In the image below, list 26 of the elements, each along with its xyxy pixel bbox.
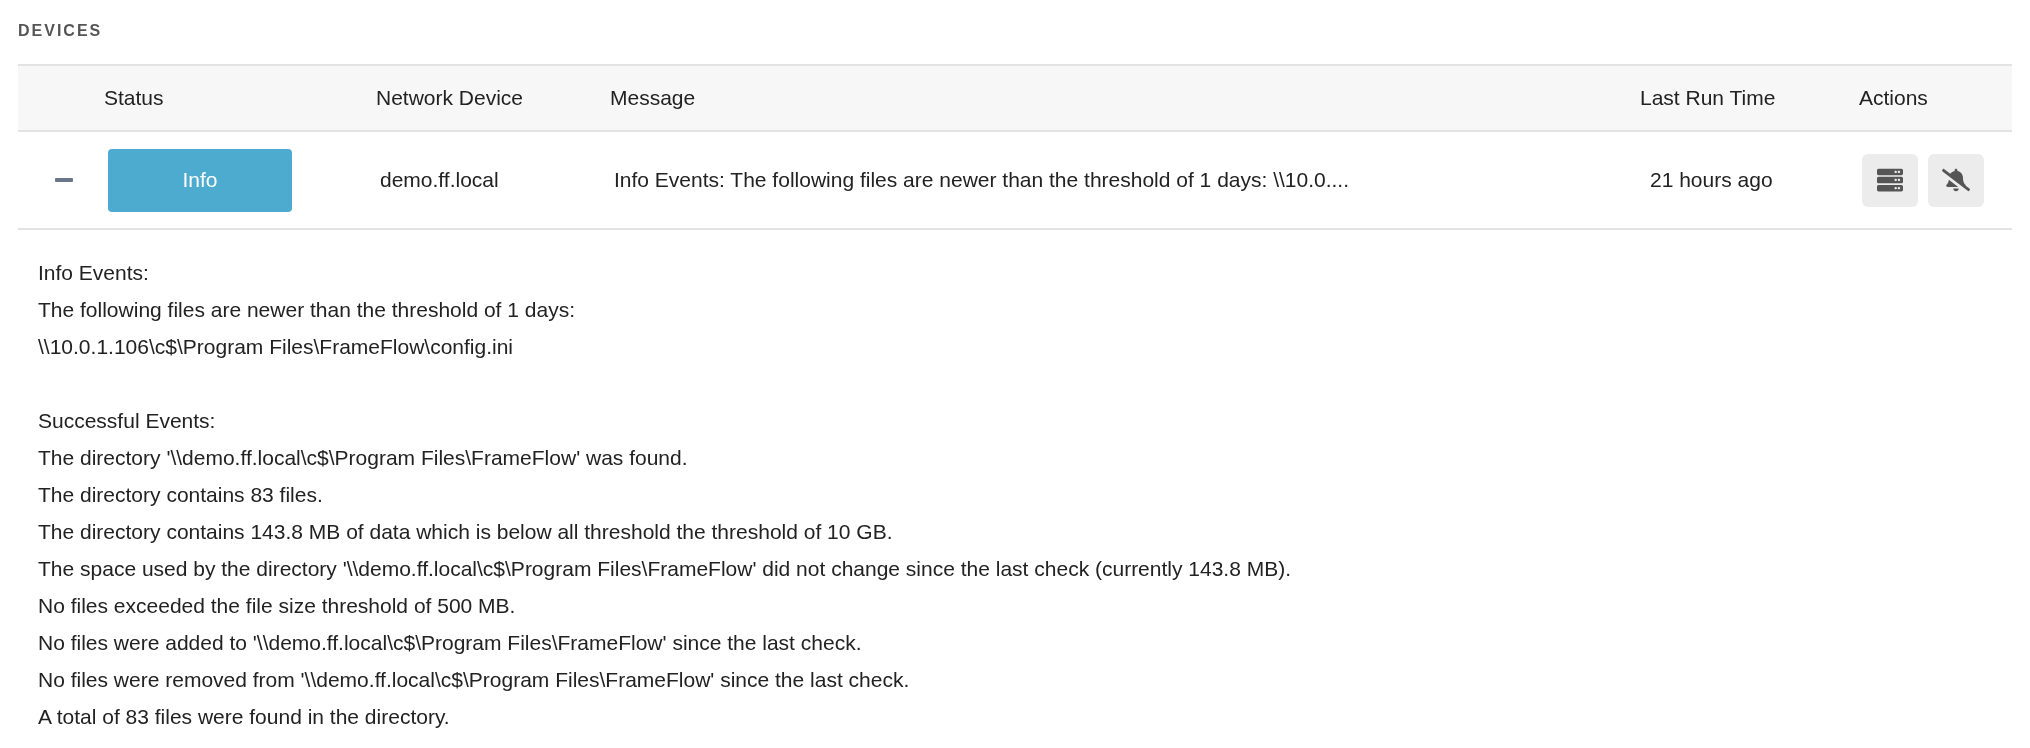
table-cell-text: 21 hours ago <box>1649 168 1774 192</box>
section-title: DEVICES <box>18 22 104 40</box>
column-header: Message <box>610 86 697 110</box>
detail-line: The directory '\\demo.ff.local\c$\Program Files\FrameFlow' was found. <box>38 445 689 471</box>
detail-line: The directory contains 83 files. <box>38 482 324 508</box>
detail-line: No files were added to '\\demo.ff.local\c$\Program Files\FrameFlow' since the last check. <box>38 630 863 656</box>
table-cell-text: Info Events: The following files are newer than the threshold of 1 days: \\10.0.... <box>613 168 1351 192</box>
detail-line: No files exceeded the file size threshold of 500 MB. <box>38 593 517 619</box>
column-header: Network Device <box>376 86 525 110</box>
detail-line: The following files are newer than the threshold of 1 days: <box>38 297 576 323</box>
table-cell-text: demo.ff.local <box>379 168 500 192</box>
detail-line: No files were removed from '\\demo.ff.local\c$\Program Files\FrameFlow' since the last check. <box>38 667 911 693</box>
detail-line: Successful Events: <box>38 408 217 434</box>
detail-line: Info Events: <box>38 260 150 286</box>
column-header: Actions <box>1859 86 1929 110</box>
detail-line: \\10.0.1.106\c$\Program Files\FrameFlow\config.ini <box>38 334 515 360</box>
server-icon <box>1877 167 1903 193</box>
detail-line: The space used by the directory '\\demo.ff.local\c$\Program Files\FrameFlow' did not change since the last check (currently 143.8 MB). <box>38 556 1293 582</box>
column-header: Last Run Time <box>1640 86 1777 110</box>
detail-line: The directory contains 143.8 MB of data which is below all threshold the threshold of 10 GB. <box>38 519 894 545</box>
mute-button[interactable] <box>1928 153 1984 207</box>
detail-line: A total of 83 files were found in the directory. <box>38 704 451 730</box>
status-button[interactable]: Info <box>108 148 292 212</box>
details-button[interactable] <box>1862 153 1918 207</box>
column-header: Status <box>104 86 165 110</box>
bell-slash-icon <box>1942 166 1970 194</box>
